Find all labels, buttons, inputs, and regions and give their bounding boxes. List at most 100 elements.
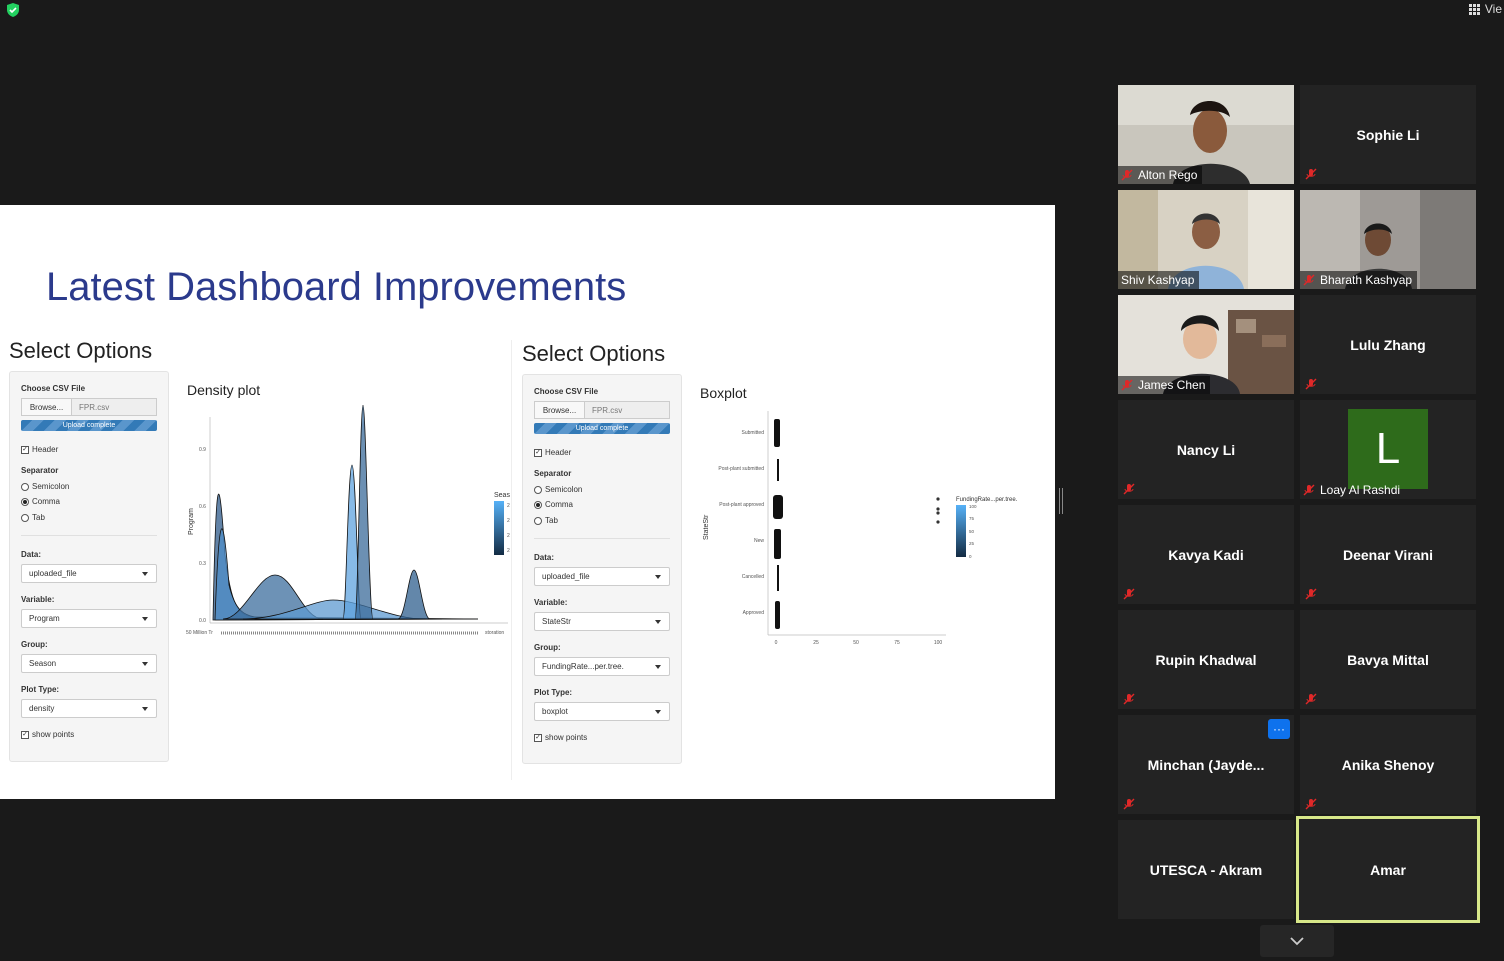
group-select-value: Season xyxy=(29,659,57,668)
participant-name: Deenar Virani xyxy=(1342,546,1433,563)
separator-label: Separator xyxy=(21,466,59,475)
file-name: FPR.csv xyxy=(72,399,156,415)
group-select-value: FundingRate...per.tree. xyxy=(542,662,624,671)
legend-tick: 75 xyxy=(969,516,975,521)
mic-muted-icon xyxy=(1305,378,1317,390)
participant-tile[interactable]: UTESCA - Akram xyxy=(1118,820,1294,919)
panel-resize-handle[interactable] xyxy=(1058,488,1064,514)
participant-tile[interactable]: Alton Rego xyxy=(1118,85,1294,184)
participant-tile[interactable]: Bavya Mittal xyxy=(1300,610,1476,709)
radio-icon xyxy=(534,516,542,525)
participant-tile[interactable]: Deenar Virani xyxy=(1300,505,1476,604)
participant-tile[interactable]: Lulu Zhang xyxy=(1300,295,1476,394)
legend-point xyxy=(936,497,940,501)
radio-tab[interactable]: Tab xyxy=(534,516,558,525)
legend-tick: 0 xyxy=(969,554,972,559)
left-options-title: Select Options xyxy=(9,338,153,363)
variable-select[interactable]: StateStr xyxy=(534,612,670,631)
radio-semicolon[interactable]: Semicolon xyxy=(534,485,582,494)
variable-select-value: StateStr xyxy=(542,617,571,626)
file-input[interactable]: Browse... FPR.csv xyxy=(534,401,670,419)
participant-name: Loay Al Rashdi xyxy=(1320,483,1401,497)
data-label: Data: xyxy=(21,550,42,559)
participant-tile-active-speaker[interactable]: Amar xyxy=(1296,816,1480,923)
divider xyxy=(21,535,157,536)
legend-tick: 25 xyxy=(969,541,975,546)
box-points-approved xyxy=(775,601,780,629)
caret-down-icon xyxy=(655,620,661,624)
checkbox-checked-icon: ✓ xyxy=(21,730,29,739)
header-checkbox-label: Header xyxy=(545,448,572,457)
file-input[interactable]: Browse... FPR.csv xyxy=(21,398,157,416)
category-label: New xyxy=(754,538,764,544)
scroll-down-button[interactable] xyxy=(1260,925,1334,957)
participant-tile[interactable]: Nancy Li xyxy=(1118,400,1294,499)
boxplot-y-axis-label: StateStr xyxy=(703,514,710,540)
participant-tile[interactable]: Kavya Kadi xyxy=(1118,505,1294,604)
participant-name-tag: James Chen xyxy=(1118,376,1211,394)
participant-tile[interactable]: Shiv Kashyap xyxy=(1118,190,1294,289)
radio-semicolon[interactable]: Semicolon xyxy=(21,482,69,491)
participant-tile[interactable]: Rupin Khadwal xyxy=(1118,610,1294,709)
mic-muted-icon xyxy=(1303,274,1315,286)
participant-tile[interactable]: Bharath Kashyap xyxy=(1300,190,1476,289)
show-points-checkbox[interactable]: ✓ show points xyxy=(534,733,587,742)
data-select[interactable]: uploaded_file xyxy=(21,564,157,583)
view-label: Vie xyxy=(1484,2,1502,16)
participant-tile[interactable]: L Loay Al Rashdi xyxy=(1300,400,1476,499)
radio-icon xyxy=(21,482,29,491)
caret-down-icon xyxy=(142,572,148,576)
participant-name-tag: Loay Al Rashdi xyxy=(1300,481,1405,499)
show-points-checkbox[interactable]: ✓ show points xyxy=(21,730,74,739)
legend-point xyxy=(936,507,940,511)
variable-select[interactable]: Program xyxy=(21,609,157,628)
plot-type-select[interactable]: density xyxy=(21,699,157,718)
caret-down-icon xyxy=(142,617,148,621)
header-checkbox[interactable]: ✓ Header xyxy=(534,448,571,457)
participant-name: Shiv Kashyap xyxy=(1121,273,1195,287)
y-tick: 0.6 xyxy=(199,504,206,510)
box-points-post-plant-submitted xyxy=(777,459,779,481)
box-points-post-plant-approved xyxy=(773,495,783,519)
data-label: Data: xyxy=(534,553,555,562)
participant-name: Anika Shenoy xyxy=(1341,756,1435,773)
mic-muted-icon xyxy=(1123,798,1135,810)
participant-name: Kavya Kadi xyxy=(1168,546,1244,563)
participant-name: Nancy Li xyxy=(1176,441,1236,458)
plot-type-select[interactable]: boxplot xyxy=(534,702,670,721)
header-checkbox[interactable]: ✓ Header xyxy=(21,445,58,454)
chevron-down-icon xyxy=(1290,937,1304,946)
radio-label: Semicolon xyxy=(545,485,583,494)
radio-label: Tab xyxy=(545,516,558,525)
right-options-title: Select Options xyxy=(522,341,666,366)
radio-comma[interactable]: Comma xyxy=(534,500,573,509)
browse-button[interactable]: Browse... xyxy=(22,399,72,415)
participant-tile[interactable]: Anika Shenoy xyxy=(1300,715,1476,814)
radio-tab[interactable]: Tab xyxy=(21,513,45,522)
slide-title: Latest Dashboard Improvements xyxy=(46,265,627,309)
group-select[interactable]: FundingRate...per.tree. xyxy=(534,657,670,676)
participant-tile[interactable]: James Chen xyxy=(1118,295,1294,394)
panel-divider xyxy=(511,340,512,780)
legend-tick: 2 xyxy=(507,533,510,539)
upload-progress-bar: Upload complete xyxy=(21,420,157,431)
density-curve xyxy=(397,569,431,620)
participant-name: UTESCA - Akram xyxy=(1149,861,1263,878)
participant-tile[interactable]: Sophie Li xyxy=(1300,85,1476,184)
plot-type-select-value: density xyxy=(29,704,55,713)
radio-icon xyxy=(21,513,29,522)
radio-comma[interactable]: Comma xyxy=(21,497,60,506)
box-points-cancelled xyxy=(777,565,779,591)
legend-point xyxy=(936,511,940,515)
data-select[interactable]: uploaded_file xyxy=(534,567,670,586)
browse-button[interactable]: Browse... xyxy=(535,402,585,418)
group-label: Group: xyxy=(21,640,48,649)
mic-muted-icon xyxy=(1303,484,1315,496)
group-select[interactable]: Season xyxy=(21,654,157,673)
x-tick: 0 xyxy=(775,640,778,646)
density-curve xyxy=(354,405,374,620)
participant-tile[interactable]: ··· Minchan (Jayde... xyxy=(1118,715,1294,814)
security-shield-icon[interactable] xyxy=(6,3,20,17)
checkbox-checked-icon: ✓ xyxy=(534,733,542,742)
view-button[interactable]: Vie xyxy=(1462,0,1504,18)
